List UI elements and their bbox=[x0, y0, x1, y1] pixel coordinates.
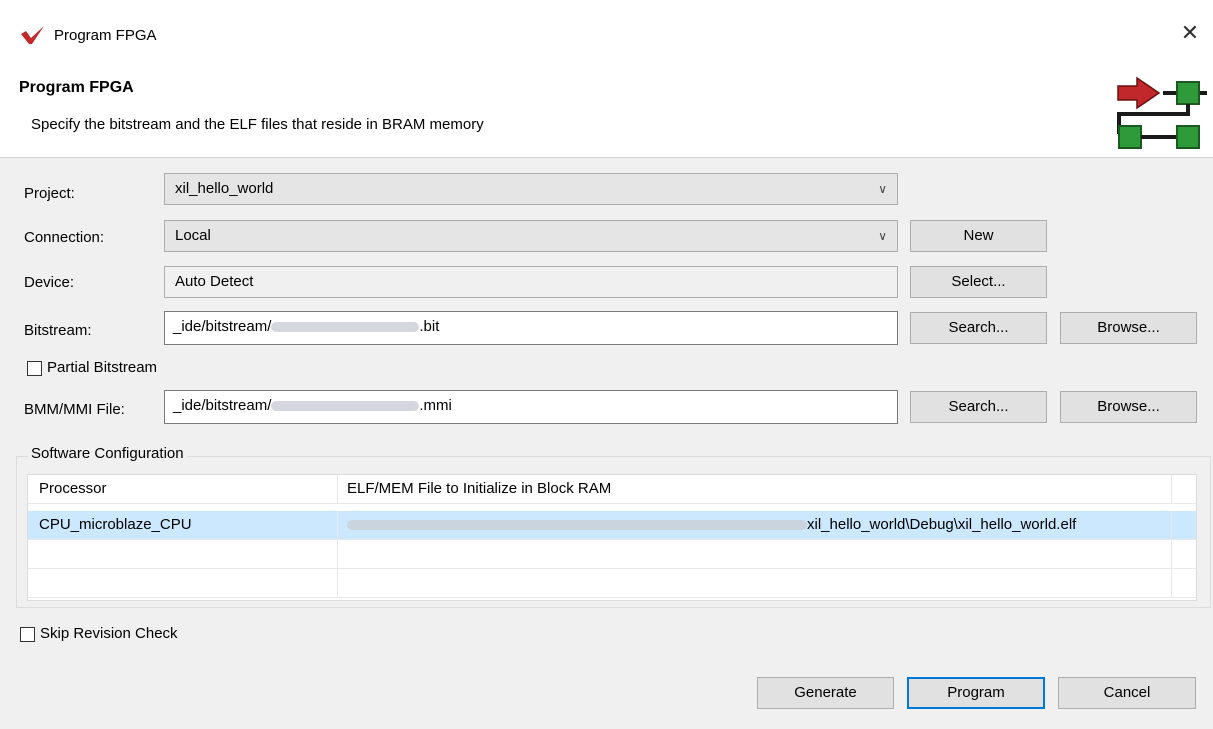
connection-select[interactable]: Local ∨ bbox=[164, 220, 898, 252]
chevron-down-icon: ∨ bbox=[878, 229, 887, 243]
select-device-button[interactable]: Select... bbox=[910, 266, 1047, 298]
elf-file-cell[interactable]: xil_hello_world\Debug\xil_hello_world.el… bbox=[338, 511, 1172, 540]
bitstream-path-suffix: .bit bbox=[419, 318, 440, 335]
page-title: Program FPGA bbox=[19, 79, 134, 96]
bmm-path-suffix: .mmi bbox=[419, 397, 452, 414]
chevron-down-icon: ∨ bbox=[878, 182, 887, 196]
bitstream-label: Bitstream: bbox=[24, 322, 92, 339]
new-connection-button[interactable]: New bbox=[910, 220, 1047, 252]
cancel-button[interactable]: Cancel bbox=[1058, 677, 1196, 709]
project-select[interactable]: xil_hello_world ∨ bbox=[164, 173, 898, 205]
connection-value: Local bbox=[175, 227, 211, 244]
device-value: Auto Detect bbox=[175, 273, 254, 290]
skip-revision-check-label: Skip Revision Check bbox=[40, 625, 178, 642]
table-header-row: Processor ELF/MEM File to Initialize in … bbox=[28, 475, 1196, 504]
redacted-text bbox=[271, 401, 420, 412]
device-field[interactable]: Auto Detect bbox=[164, 266, 898, 298]
column-header-elf-file[interactable]: ELF/MEM File to Initialize in Block RAM bbox=[338, 475, 1172, 504]
bitstream-path-prefix: _ide/bitstream/ bbox=[173, 318, 272, 335]
redacted-text bbox=[271, 322, 420, 333]
page-description: Specify the bitstream and the ELF files … bbox=[31, 116, 484, 133]
redacted-text bbox=[347, 520, 807, 531]
bitstream-browse-button[interactable]: Browse... bbox=[1060, 312, 1197, 344]
dialog-header: Program FPGA Specify the bitstream and t… bbox=[0, 66, 1213, 158]
processor-cell[interactable]: CPU_microblaze_CPU bbox=[28, 511, 338, 540]
program-button[interactable]: Program bbox=[907, 677, 1045, 709]
partial-bitstream-checkbox[interactable] bbox=[27, 361, 42, 376]
vitis-logo-icon bbox=[20, 26, 46, 48]
bmm-search-button[interactable]: Search... bbox=[910, 391, 1047, 423]
bmm-mmi-input[interactable]: _ide/bitstream/ .mmi bbox=[164, 390, 898, 424]
bmm-browse-button[interactable]: Browse... bbox=[1060, 391, 1197, 423]
generate-button[interactable]: Generate bbox=[757, 677, 894, 709]
window-title: Program FPGA bbox=[54, 27, 157, 44]
bmm-path-prefix: _ide/bitstream/ bbox=[173, 397, 272, 414]
connection-label: Connection: bbox=[24, 229, 105, 246]
skip-revision-check-checkbox[interactable] bbox=[20, 627, 35, 642]
project-value: xil_hello_world bbox=[175, 180, 274, 197]
column-header-processor[interactable]: Processor bbox=[28, 475, 338, 504]
bitstream-search-button[interactable]: Search... bbox=[910, 312, 1047, 344]
program-fpga-banner-icon bbox=[1115, 70, 1211, 156]
software-configuration-title: Software Configuration bbox=[28, 445, 187, 462]
device-label: Device: bbox=[24, 274, 75, 291]
close-icon[interactable]: ✕ bbox=[1175, 18, 1205, 48]
table-row bbox=[28, 569, 1196, 598]
elf-file-suffix: xil_hello_world\Debug\xil_hello_world.el… bbox=[807, 516, 1077, 533]
bitstream-input[interactable]: _ide/bitstream/ .bit bbox=[164, 311, 898, 345]
table-row bbox=[28, 540, 1196, 569]
bmm-mmi-label: BMM/MMI File: bbox=[24, 401, 125, 418]
project-label: Project: bbox=[24, 185, 75, 202]
table-row[interactable]: CPU_microblaze_CPU xil_hello_world\Debug… bbox=[28, 511, 1196, 540]
title-bar: Program FPGA ✕ bbox=[0, 0, 1213, 66]
partial-bitstream-label: Partial Bitstream bbox=[47, 359, 158, 376]
software-configuration-table: Processor ELF/MEM File to Initialize in … bbox=[27, 474, 1197, 601]
